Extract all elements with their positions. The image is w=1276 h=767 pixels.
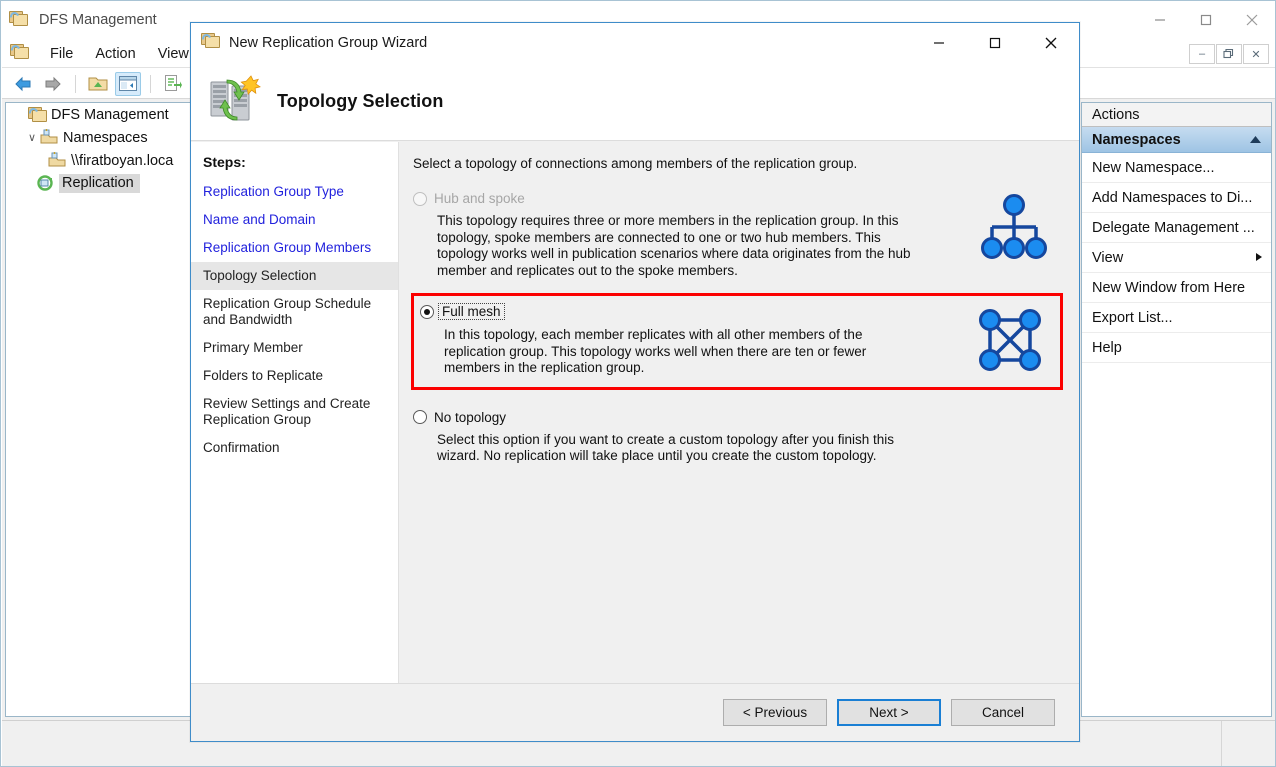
toolbar-separator	[150, 74, 151, 93]
action-view[interactable]: View	[1082, 243, 1271, 273]
properties-button[interactable]	[160, 72, 186, 96]
wizard-footer: < Previous Next > Cancel	[191, 683, 1079, 741]
action-label: Export List...	[1092, 309, 1173, 326]
option-label-no-topology[interactable]: No topology	[434, 410, 506, 425]
mdi-restore-button[interactable]	[1216, 44, 1242, 64]
option-description-hub-and-spoke: This topology requires three or more mem…	[437, 213, 911, 278]
up-folder-button[interactable]	[85, 72, 111, 96]
toolbar-separator	[75, 74, 76, 93]
wizard-minimize-button[interactable]	[911, 23, 967, 62]
minimize-button[interactable]	[1137, 1, 1183, 39]
action-add-namespaces-to-display[interactable]: Add Namespaces to Di...	[1082, 183, 1271, 213]
step-replication-group-type[interactable]: Replication Group Type	[191, 178, 398, 206]
dfs-folder-icon	[8, 10, 31, 30]
action-export-list[interactable]: Export List...	[1082, 303, 1271, 333]
mdi-close-button[interactable]: ✕	[1243, 44, 1269, 64]
tree-item-label: \\firatboyan.loca	[71, 152, 174, 169]
wizard-content-pane: Select a topology of connections among m…	[399, 142, 1079, 703]
wizard-close-button[interactable]	[1023, 23, 1079, 62]
step-confirmation: Confirmation	[203, 440, 280, 455]
show-hide-console-tree-button[interactable]	[115, 71, 141, 96]
radio-full-mesh[interactable]	[420, 304, 434, 319]
replication-icon	[36, 175, 55, 192]
chevron-up-icon[interactable]	[1249, 132, 1262, 148]
step-replication-group-members[interactable]: Replication Group Members	[191, 234, 398, 262]
action-label: Add Namespaces to Di...	[1092, 189, 1253, 206]
wizard-maximize-button[interactable]	[967, 23, 1023, 62]
tree-item-label: Replication	[59, 174, 140, 193]
action-label: New Namespace...	[1092, 159, 1215, 176]
dfs-folder-icon	[200, 32, 221, 54]
option-full-mesh[interactable]: Full mesh In this topology, each member …	[411, 293, 1063, 390]
dfs-folder-icon	[27, 106, 47, 123]
chevron-down-icon[interactable]: ∨	[24, 131, 40, 144]
option-label-full-mesh[interactable]: Full mesh	[438, 303, 505, 320]
maximize-button[interactable]	[1183, 1, 1229, 39]
submenu-arrow-icon	[1255, 250, 1263, 266]
step-folders-to-replicate: Folders to Replicate	[203, 368, 324, 383]
action-new-namespace[interactable]: New Namespace...	[1082, 153, 1271, 183]
option-description-full-mesh: In this topology, each member replicates…	[444, 327, 867, 375]
new-replication-group-wizard-dialog: New Replication Group Wizard Topology Se…	[190, 22, 1080, 742]
dfs-folder-icon	[9, 42, 30, 65]
wizard-steps-pane: Steps: Replication Group Type Name and D…	[191, 142, 399, 703]
actions-group-label: Namespaces	[1092, 131, 1181, 148]
action-help[interactable]: Help	[1082, 333, 1271, 363]
status-cell-right	[1222, 721, 1274, 766]
page-title: Topology Selection	[277, 91, 444, 111]
next-button[interactable]: Next >	[837, 699, 941, 726]
previous-button[interactable]: < Previous	[723, 699, 827, 726]
namespace-icon	[48, 152, 67, 169]
step-replication-group-schedule-and-bandwidth: Replication Group Schedule and Bandwidth	[203, 296, 372, 327]
forward-button[interactable]	[40, 72, 66, 96]
option-hub-and-spoke[interactable]: Hub and spoke This topology requires thr…	[411, 191, 1063, 279]
tree-item-label: DFS Management	[51, 106, 169, 123]
step-topology-selection: Topology Selection	[191, 262, 398, 290]
action-label: New Window from Here	[1092, 279, 1246, 296]
intro-text: Select a topology of connections among m…	[413, 156, 858, 171]
namespace-icon	[40, 129, 59, 146]
actions-pane: Actions Namespaces New Namespace... Add …	[1081, 102, 1272, 717]
radio-hub-and-spoke	[413, 191, 427, 206]
menu-file[interactable]: File	[40, 43, 83, 65]
steps-heading: Steps:	[203, 154, 246, 170]
action-new-window-from-here[interactable]: New Window from Here	[1082, 273, 1271, 303]
step-review-settings-and-create-replication-group: Review Settings and Create Replication G…	[203, 396, 371, 427]
mdi-child-controls: – ✕	[1189, 44, 1269, 64]
wizard-window-controls	[911, 23, 1079, 62]
option-description-no-topology: Select this option if you want to create…	[437, 431, 894, 464]
cancel-button[interactable]: Cancel	[951, 699, 1055, 726]
menu-action[interactable]: Action	[85, 43, 145, 65]
action-label: Help	[1092, 339, 1122, 356]
full-mesh-topology-icon	[974, 304, 1046, 381]
action-label: Delegate Management ...	[1092, 219, 1255, 236]
wizard-main-area: Steps: Replication Group Type Name and D…	[191, 142, 1079, 703]
replication-servers-icon	[205, 70, 263, 133]
hub-and-spoke-topology-icon	[979, 193, 1049, 266]
action-label: View	[1092, 249, 1124, 266]
actions-group-namespaces[interactable]: Namespaces	[1082, 127, 1271, 153]
close-button[interactable]	[1229, 1, 1275, 39]
back-button[interactable]	[10, 72, 36, 96]
radio-no-topology[interactable]	[413, 410, 427, 424]
option-no-topology[interactable]: No topology Select this option if you wa…	[411, 410, 1063, 465]
tree-item-label: Namespaces	[63, 129, 148, 146]
mmc-window-title: DFS Management	[39, 12, 157, 28]
mmc-window-controls	[1137, 1, 1275, 39]
wizard-header: Topology Selection	[191, 63, 1079, 141]
mdi-minimize-button[interactable]: –	[1189, 44, 1215, 64]
option-label-hub-and-spoke: Hub and spoke	[434, 191, 525, 206]
wizard-window-title: New Replication Group Wizard	[229, 35, 428, 51]
step-name-and-domain[interactable]: Name and Domain	[191, 206, 398, 234]
wizard-title-bar: New Replication Group Wizard	[191, 23, 1079, 63]
action-delegate-management[interactable]: Delegate Management ...	[1082, 213, 1271, 243]
step-primary-member: Primary Member	[203, 340, 303, 355]
actions-pane-header: Actions	[1082, 103, 1271, 127]
